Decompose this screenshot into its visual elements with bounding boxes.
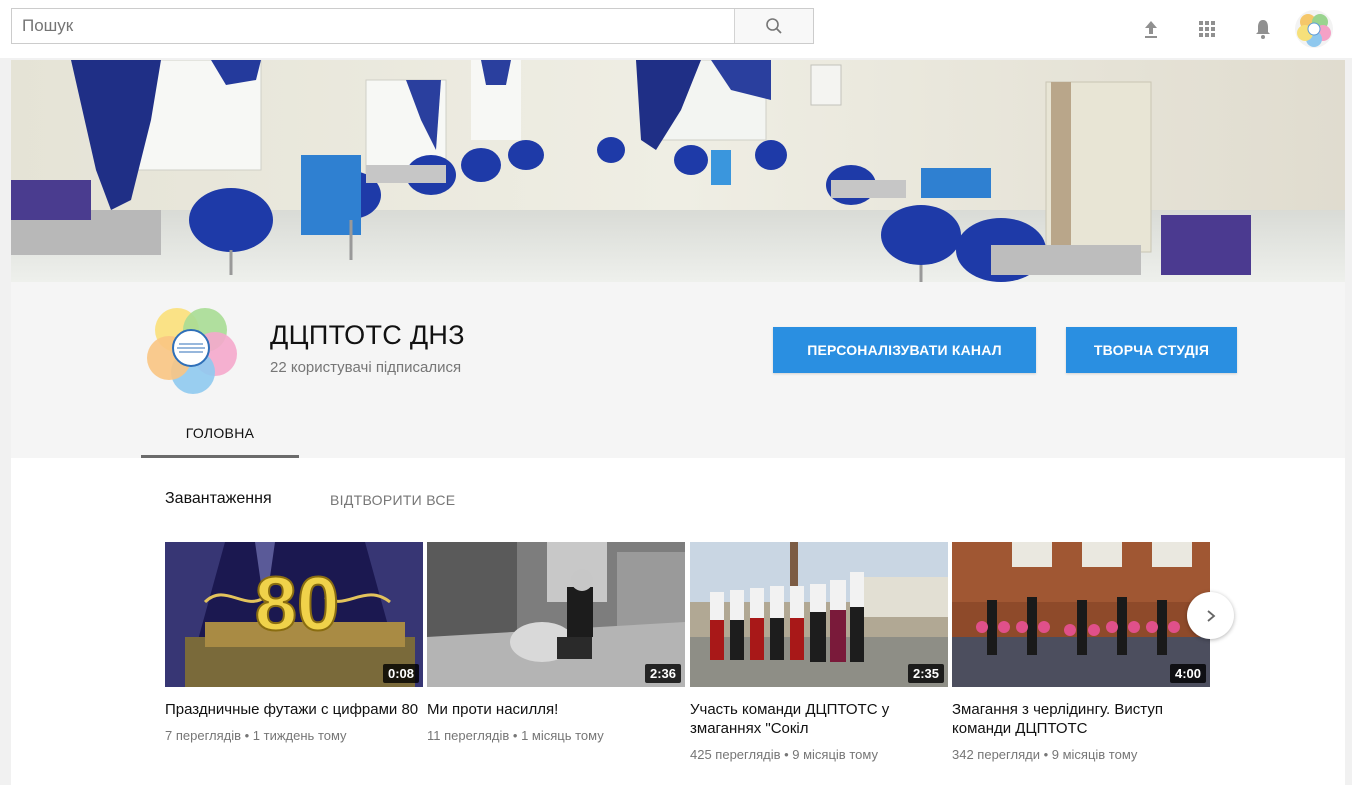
video-duration: 2:36 [644, 664, 681, 683]
account-avatar-icon [1295, 10, 1333, 48]
account-avatar[interactable] [1295, 10, 1333, 48]
thumbnail-number: 80 [255, 562, 340, 647]
channel-header: ДЦПТОТС ДНЗ 22 користувачі підписалися П… [11, 282, 1345, 458]
video-meta: 7 переглядів • 1 тиждень тому [165, 728, 347, 743]
video-duration: 2:35 [907, 664, 944, 683]
video-card[interactable]: 4:00 Змагання з черлідингу. Виступ коман… [952, 542, 1210, 765]
search-icon [766, 18, 782, 34]
upload-button[interactable] [1123, 9, 1179, 49]
channel-name: ДЦПТОТС ДНЗ [270, 320, 465, 350]
subscriber-count: 22 користувачі підписалися [270, 359, 462, 376]
channel-avatar[interactable] [143, 300, 239, 396]
channel-logo-icon [143, 300, 239, 396]
video-title[interactable]: Праздничные футажи с цифрами 80 [165, 700, 423, 719]
apps-grid-icon [1199, 21, 1215, 37]
top-bar [0, 0, 1352, 58]
video-duration: 4:00 [1169, 664, 1206, 683]
video-title[interactable]: Змагання з черлідингу. Виступ команди ДЦ… [952, 700, 1210, 738]
apps-button[interactable] [1179, 9, 1235, 49]
video-title[interactable]: Ми проти насилля! [427, 700, 685, 719]
video-duration: 0:08 [382, 664, 419, 683]
tab-home[interactable]: ГОЛОВНА [141, 410, 299, 458]
video-title[interactable]: Участь команди ДЦПТОТС у змаганнях "Сокі… [690, 700, 948, 738]
video-thumbnail[interactable]: 2:35 [690, 542, 948, 687]
top-icons [1123, 0, 1352, 58]
search-button[interactable] [734, 9, 813, 43]
notifications-button[interactable] [1235, 9, 1291, 49]
chevron-right-icon [1206, 609, 1215, 622]
search-input[interactable] [12, 9, 734, 43]
banner-image [11, 60, 1345, 282]
play-all-link[interactable]: ВІДТВОРИТИ ВСЕ [330, 492, 455, 508]
video-thumbnail[interactable]: 4:00 [952, 542, 1210, 687]
search-box [11, 8, 814, 44]
video-meta: 425 переглядів • 9 місяців тому [690, 747, 878, 762]
video-card[interactable]: 80 0:08 Праздничные футажи с цифрами 80 … [165, 542, 423, 746]
notifications-bell-icon [1256, 20, 1270, 39]
upload-icon [1145, 21, 1157, 38]
channel-banner [11, 60, 1345, 282]
video-meta: 342 перегляди • 9 місяців тому [952, 747, 1138, 762]
video-card[interactable]: 2:35 Участь команди ДЦПТОТС у змаганнях … [690, 542, 948, 765]
customize-channel-button[interactable]: ПЕРСОНАЛІЗУВАТИ КАНАЛ [773, 327, 1036, 373]
shelf-title: Завантаження [165, 490, 272, 507]
video-thumbnail[interactable]: 2:36 [427, 542, 685, 687]
video-thumbnail[interactable]: 80 0:08 [165, 542, 423, 687]
video-card[interactable]: 2:36 Ми проти насилля! 11 переглядів • 1… [427, 542, 685, 746]
creator-studio-button[interactable]: ТВОРЧА СТУДІЯ [1066, 327, 1237, 373]
video-meta: 11 переглядів • 1 місяць тому [427, 728, 604, 743]
shelf-next-button[interactable] [1187, 592, 1234, 639]
channel-content: Завантаження ВІДТВОРИТИ ВСЕ 80 0:08 Праз… [11, 458, 1345, 785]
